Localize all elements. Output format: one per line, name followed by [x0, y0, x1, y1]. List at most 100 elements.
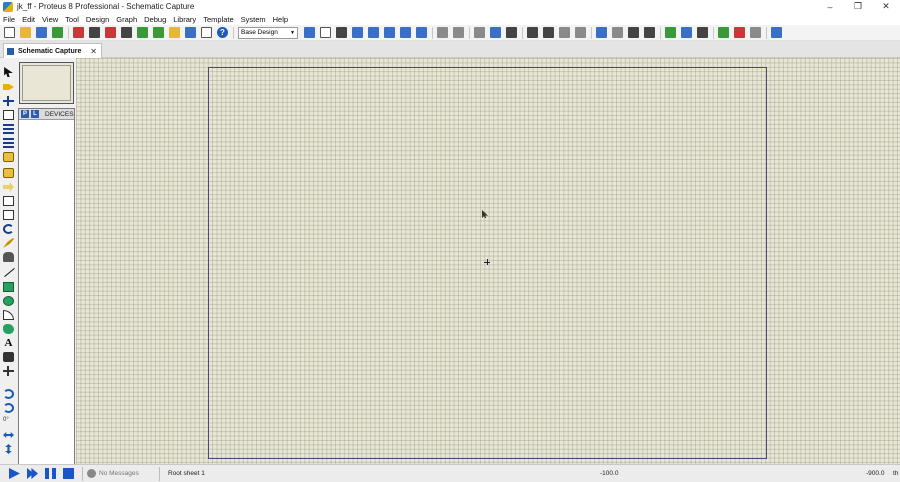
menu-system[interactable]: System: [241, 15, 266, 24]
block-copy-icon[interactable]: [527, 27, 538, 38]
proteus-app-icon: [3, 1, 13, 12]
2d-box-icon[interactable]: [3, 282, 14, 292]
paste-icon[interactable]: [506, 27, 517, 38]
undo-icon[interactable]: [437, 27, 448, 38]
mirror-y-icon[interactable]: [5, 444, 12, 454]
new-file-icon[interactable]: [4, 27, 15, 38]
zoom-all-icon[interactable]: [400, 27, 411, 38]
menu-template[interactable]: Template: [203, 15, 233, 24]
schematic-tab-icon: [7, 47, 14, 55]
zoom-in-icon[interactable]: [368, 27, 379, 38]
block-delete-icon[interactable]: [575, 27, 586, 38]
rotate-clockwise-icon[interactable]: [3, 389, 14, 399]
menu-help[interactable]: Help: [273, 15, 288, 24]
3d-viewer-icon[interactable]: [121, 27, 132, 38]
notes-icon[interactable]: [201, 27, 212, 38]
layer-dropdown[interactable]: Base Design ▼: [238, 26, 298, 39]
pcb-layout-icon[interactable]: [105, 27, 116, 38]
search-tag-icon[interactable]: [681, 27, 692, 38]
help-icon[interactable]: ?: [217, 27, 228, 38]
tab-schematic-capture[interactable]: Schematic Capture ✕: [3, 43, 102, 58]
block-rotate-icon[interactable]: [559, 27, 570, 38]
gerber-icon[interactable]: [137, 27, 148, 38]
pause-simulation-button[interactable]: [45, 468, 56, 479]
schematic-canvas[interactable]: [76, 58, 900, 464]
current-sheet-status: Root sheet 1: [168, 470, 205, 477]
selection-mode-icon[interactable]: [4, 67, 13, 77]
design-explorer-icon[interactable]: [153, 27, 164, 38]
menu-debug[interactable]: Debug: [144, 15, 166, 24]
open-folder-icon[interactable]: [20, 27, 31, 38]
zoom-area-icon[interactable]: [416, 27, 427, 38]
packaging-tool-icon[interactable]: [628, 27, 639, 38]
save-all-icon[interactable]: [52, 27, 63, 38]
2d-text-icon[interactable]: A: [3, 338, 14, 349]
generator-mode-icon[interactable]: [3, 224, 14, 234]
pan-icon[interactable]: [352, 27, 363, 38]
mirror-x-icon[interactable]: [3, 432, 14, 438]
bom-icon[interactable]: [169, 27, 180, 38]
make-device-icon[interactable]: [612, 27, 623, 38]
refresh-icon[interactable]: [304, 27, 315, 38]
decompose-icon[interactable]: [644, 27, 655, 38]
library-manager-button[interactable]: L: [31, 110, 39, 118]
run-simulation-button[interactable]: [9, 468, 20, 479]
2d-marker-icon[interactable]: [3, 366, 14, 376]
menu-view[interactable]: View: [42, 15, 58, 24]
2d-circle-icon[interactable]: [3, 296, 14, 306]
menu-graph[interactable]: Graph: [116, 15, 137, 24]
grid-toggle-icon[interactable]: [320, 27, 331, 38]
wire-label-icon[interactable]: [3, 110, 14, 120]
2d-line-icon[interactable]: [3, 268, 14, 278]
graph-mode-icon[interactable]: [3, 196, 14, 206]
minimize-button[interactable]: –: [816, 0, 844, 13]
property-assignment-icon[interactable]: [697, 27, 708, 38]
2d-path-icon[interactable]: [3, 324, 14, 334]
rotation-angle-field[interactable]: 0°: [3, 415, 14, 425]
menu-file[interactable]: File: [3, 15, 15, 24]
origin-icon[interactable]: [336, 27, 347, 38]
origin-marker-icon: [484, 259, 490, 265]
junction-dot-icon[interactable]: [3, 96, 14, 106]
electrical-rule-check-icon[interactable]: [771, 27, 782, 38]
zoom-out-icon[interactable]: [384, 27, 395, 38]
2d-arc-icon[interactable]: [3, 310, 14, 320]
terminals-icon[interactable]: [3, 168, 14, 178]
virtual-instruments-icon[interactable]: [3, 252, 14, 262]
menu-design[interactable]: Design: [86, 15, 109, 24]
stop-simulation-button[interactable]: [63, 468, 74, 479]
tape-recorder-icon[interactable]: [3, 210, 14, 220]
menu-edit[interactable]: Edit: [22, 15, 35, 24]
bus-mode-icon[interactable]: [3, 138, 14, 148]
schematic-icon[interactable]: [89, 27, 100, 38]
pick-devices-button[interactable]: P: [21, 110, 29, 118]
step-simulation-button[interactable]: [27, 468, 38, 479]
overview-window[interactable]: [19, 62, 74, 104]
text-script-icon[interactable]: [3, 124, 14, 134]
menu-tool[interactable]: Tool: [65, 15, 79, 24]
cut-icon[interactable]: [474, 27, 485, 38]
wire-autorouter-icon[interactable]: [665, 27, 676, 38]
maximize-button[interactable]: ❐: [844, 0, 872, 13]
device-pins-icon[interactable]: [3, 182, 14, 192]
redo-icon[interactable]: [453, 27, 464, 38]
save-icon[interactable]: [36, 27, 47, 38]
remove-sheet-icon[interactable]: [734, 27, 745, 38]
close-button[interactable]: ✕: [872, 0, 900, 13]
exit-to-parent-icon[interactable]: [750, 27, 761, 38]
2d-symbol-icon[interactable]: [3, 352, 14, 362]
overview-sheet-outline: [22, 65, 71, 101]
copy-icon[interactable]: [490, 27, 501, 38]
component-mode-icon[interactable]: [3, 84, 14, 90]
rotate-anticlockwise-icon[interactable]: [3, 403, 14, 413]
new-sheet-icon[interactable]: [718, 27, 729, 38]
probe-mode-icon[interactable]: [3, 238, 14, 248]
tab-close-icon[interactable]: ✕: [90, 47, 97, 56]
block-move-icon[interactable]: [543, 27, 554, 38]
subcircuit-icon[interactable]: [3, 152, 14, 162]
source-code-icon[interactable]: [185, 27, 196, 38]
messages-status[interactable]: No Messages: [99, 470, 151, 477]
home-icon[interactable]: [73, 27, 84, 38]
menu-library[interactable]: Library: [173, 15, 196, 24]
pick-device-icon[interactable]: [596, 27, 607, 38]
